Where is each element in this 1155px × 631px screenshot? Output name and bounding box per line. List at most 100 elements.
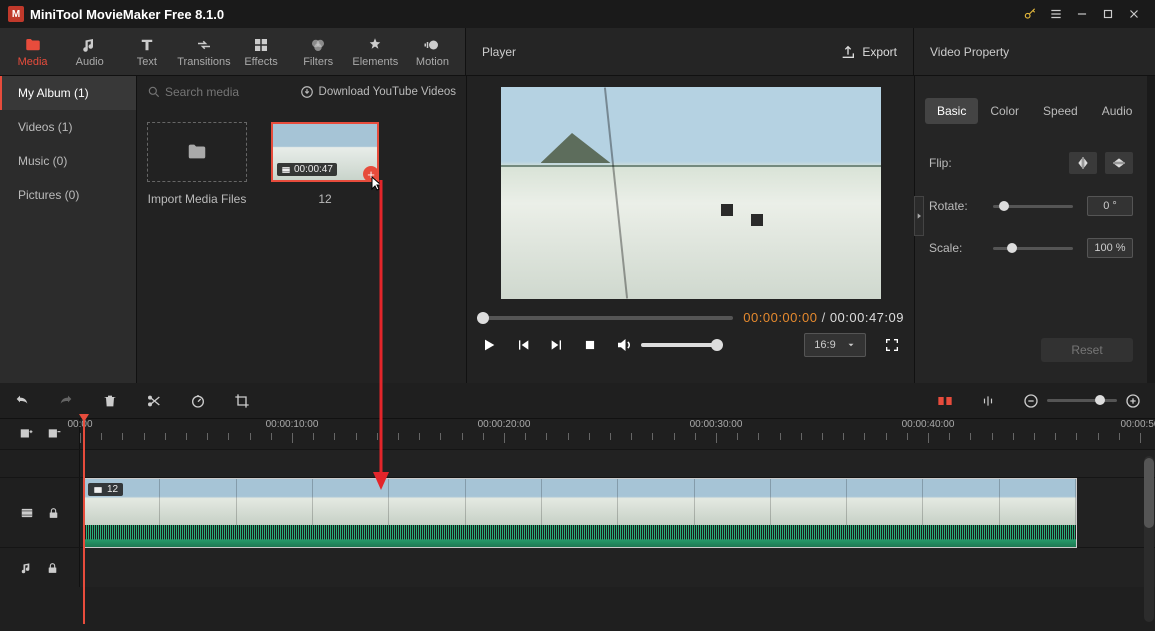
tab-label: Filters xyxy=(303,56,333,68)
audio-track[interactable] xyxy=(80,548,1155,587)
props-title: Video Property xyxy=(930,45,1009,59)
zoom-slider[interactable] xyxy=(1047,399,1117,402)
overlay-track-head xyxy=(0,450,80,477)
rotate-label: Rotate: xyxy=(929,199,979,213)
lock-icon[interactable] xyxy=(47,506,60,520)
sidebar-item-videos[interactable]: Videos (1) xyxy=(0,110,136,144)
add-track-icon[interactable] xyxy=(18,427,34,441)
ruler-label: 00:00:30:00 xyxy=(690,419,743,430)
collapse-panel-button[interactable] xyxy=(914,196,924,236)
lock-icon[interactable] xyxy=(46,561,59,575)
fullscreen-button[interactable] xyxy=(884,337,900,353)
tab-elements[interactable]: Elements xyxy=(347,28,404,76)
tab-label: Audio xyxy=(76,56,104,68)
volume-button[interactable] xyxy=(615,336,633,354)
import-media-button[interactable] xyxy=(147,122,247,182)
reset-button[interactable]: Reset xyxy=(1041,338,1133,362)
stop-button[interactable] xyxy=(583,338,597,352)
download-icon xyxy=(300,85,314,99)
video-icon xyxy=(281,165,291,175)
title-bar: M MiniTool MovieMaker Free 8.1.0 xyxy=(0,0,1155,28)
video-property-panel: Basic Color Speed Audio Flip: Rotate: 0 … xyxy=(915,76,1147,383)
split-button[interactable] xyxy=(146,393,162,409)
video-track[interactable]: 12 xyxy=(80,478,1155,547)
tab-label: Media xyxy=(18,56,48,68)
search-icon xyxy=(147,85,161,99)
ruler-label: 00:00:10:00 xyxy=(266,419,319,430)
view-mode-button[interactable] xyxy=(937,395,953,407)
video-preview[interactable] xyxy=(477,86,904,300)
prev-frame-button[interactable] xyxy=(515,337,531,353)
tab-effects[interactable]: Effects xyxy=(233,28,290,76)
clip-name: 12 xyxy=(318,192,331,206)
category-tabs: Media Audio Text Transitions Effects Fil… xyxy=(0,28,466,75)
player-title: Player xyxy=(482,45,516,59)
redo-button[interactable] xyxy=(58,393,74,409)
import-label: Import Media Files xyxy=(148,192,247,206)
audio-track-head xyxy=(0,548,80,587)
export-button[interactable]: Export xyxy=(840,44,897,60)
download-youtube-link[interactable]: Download YouTube Videos xyxy=(300,85,456,99)
app-logo: M xyxy=(8,6,24,22)
close-button[interactable] xyxy=(1121,1,1147,27)
next-frame-button[interactable] xyxy=(549,337,565,353)
activate-key-icon[interactable] xyxy=(1017,1,1043,27)
clip-duration-badge: 00:00:47 xyxy=(277,163,337,176)
tab-media[interactable]: Media xyxy=(4,28,61,76)
tab-text[interactable]: Text xyxy=(118,28,175,76)
download-label: Download YouTube Videos xyxy=(319,86,456,98)
zoom-in-button[interactable] xyxy=(1125,393,1141,409)
prop-tab-basic[interactable]: Basic xyxy=(925,98,978,124)
tab-label: Text xyxy=(137,56,157,68)
timeline-panel: 00:0000:00:10:0000:00:20:0000:00:30:0000… xyxy=(0,383,1155,631)
main-toolbar: Media Audio Text Transitions Effects Fil… xyxy=(0,28,1155,76)
tab-motion[interactable]: Motion xyxy=(404,28,461,76)
aspect-ratio-select[interactable]: 16:9 xyxy=(804,333,866,357)
media-clip-thumbnail[interactable]: 00:00:47 + xyxy=(271,122,379,182)
tab-filters[interactable]: Filters xyxy=(290,28,347,76)
sidebar-item-pictures[interactable]: Pictures (0) xyxy=(0,178,136,212)
play-button[interactable] xyxy=(481,337,497,353)
scrub-bar[interactable] xyxy=(477,316,733,320)
ruler-label: 00:00:20:00 xyxy=(478,419,531,430)
undo-button[interactable] xyxy=(14,393,30,409)
minimize-button[interactable] xyxy=(1069,1,1095,27)
prop-tab-speed[interactable]: Speed xyxy=(1031,98,1090,124)
ruler-label: 00:00 xyxy=(67,419,92,430)
zoom-out-button[interactable] xyxy=(1023,393,1039,409)
player-panel-header: Player Export xyxy=(466,28,914,75)
timeline-clip[interactable]: 12 xyxy=(83,478,1077,548)
flip-horizontal-button[interactable] xyxy=(1069,152,1097,174)
crop-button[interactable] xyxy=(234,393,250,409)
tab-label: Motion xyxy=(416,56,449,68)
playhead[interactable] xyxy=(83,420,85,624)
time-ruler[interactable]: 00:0000:00:10:0000:00:20:0000:00:30:0000… xyxy=(80,419,1155,449)
media-browser: Download YouTube Videos Import Media Fil… xyxy=(137,76,467,383)
scale-slider[interactable] xyxy=(993,247,1073,250)
speed-button[interactable] xyxy=(190,393,206,409)
video-icon xyxy=(93,485,103,495)
remove-track-icon[interactable] xyxy=(46,427,62,441)
scale-label: Scale: xyxy=(929,241,979,255)
app-title: MiniTool MovieMaker Free 8.1.0 xyxy=(30,7,224,22)
sidebar-item-music[interactable]: Music (0) xyxy=(0,144,136,178)
prop-tab-color[interactable]: Color xyxy=(978,98,1031,124)
delete-button[interactable] xyxy=(102,393,118,409)
prop-tab-audio[interactable]: Audio xyxy=(1090,98,1145,124)
sidebar-item-my-album[interactable]: My Album (1) xyxy=(0,76,136,110)
volume-slider[interactable] xyxy=(641,343,721,347)
timeline-scrollbar[interactable] xyxy=(1144,456,1154,622)
rotate-slider[interactable] xyxy=(993,205,1073,208)
tab-audio[interactable]: Audio xyxy=(61,28,118,76)
search-input[interactable] xyxy=(165,85,285,99)
flip-vertical-button[interactable] xyxy=(1105,152,1133,174)
rotate-value[interactable]: 0 ° xyxy=(1087,196,1133,216)
menu-icon[interactable] xyxy=(1043,1,1069,27)
overlay-track[interactable] xyxy=(80,450,1155,477)
tab-transitions[interactable]: Transitions xyxy=(175,28,232,76)
timecode: 00:00:00:00 / 00:00:47:09 xyxy=(743,310,904,325)
scale-value[interactable]: 100 % xyxy=(1087,238,1133,258)
fit-zoom-button[interactable] xyxy=(981,394,995,408)
maximize-button[interactable] xyxy=(1095,1,1121,27)
media-sidebar: My Album (1) Videos (1) Music (0) Pictur… xyxy=(0,76,137,383)
